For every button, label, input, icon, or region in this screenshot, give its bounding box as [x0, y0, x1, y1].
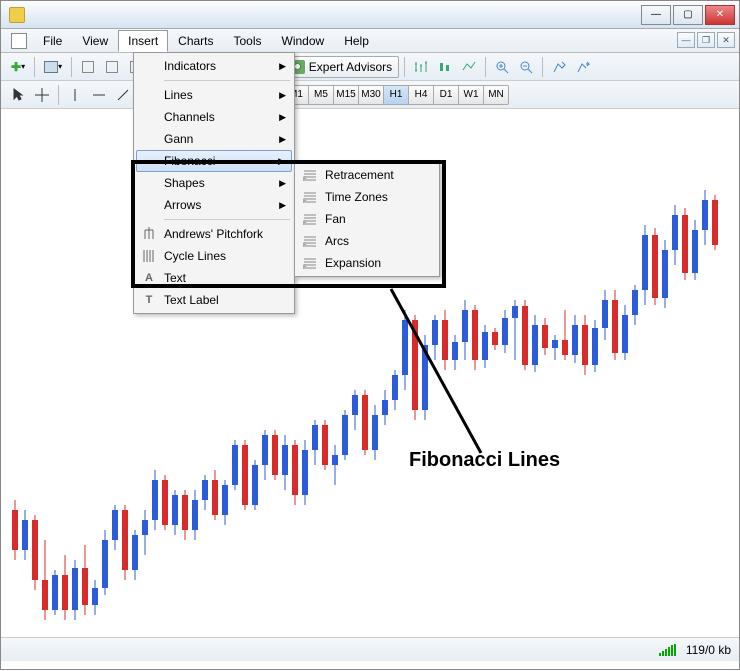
annotation-arrow — [1, 1, 740, 671]
menu-insert[interactable]: Insert — [118, 30, 168, 52]
app-window: — ▢ ✕ File View Insert Charts Tools Wind… — [0, 0, 740, 670]
